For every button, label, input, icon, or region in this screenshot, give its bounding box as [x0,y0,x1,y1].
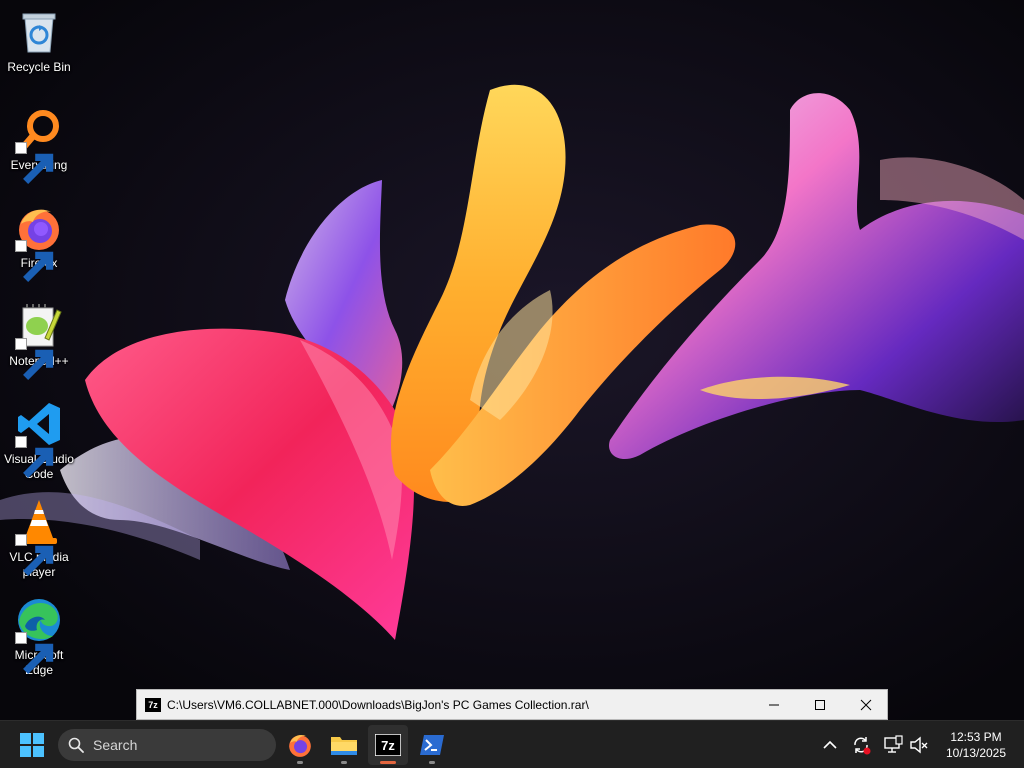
shortcut-arrow-icon [15,240,54,282]
taskbar-app-firefox[interactable] [280,725,320,765]
shortcut-arrow-icon [15,436,54,478]
running-indicator [341,761,347,764]
tray-network-button[interactable] [881,733,905,757]
show-hidden-icons-button[interactable] [818,733,842,757]
taskbar-app-file-explorer[interactable] [324,725,364,765]
shortcut-arrow-icon [15,142,54,184]
tray-volume-button[interactable] [907,733,931,757]
windows-logo-icon [20,733,44,757]
wallpaper [0,0,1024,720]
window-title: C:\Users\VM6.COLLABNET.000\Downloads\Big… [167,698,589,712]
desktop-icon-label: Recycle Bin [7,60,71,74]
sevenzip-icon-text: 7z [381,738,395,753]
desktop[interactable]: Recycle Bin Everything Firefox Notepad++… [0,0,1024,720]
start-button[interactable] [12,727,52,763]
minimize-button[interactable] [751,690,797,720]
shortcut-arrow-icon [15,338,54,380]
taskbar-clock[interactable]: 12:53 PM 10/13/2025 [936,729,1016,761]
running-indicator [429,761,435,764]
desktop-icon-recycle-bin[interactable]: Recycle Bin [2,2,76,75]
firefox-icon [289,735,311,757]
sevenzip-window-titlebar[interactable]: 7z C:\Users\VM6.COLLABNET.000\Downloads\… [136,689,888,720]
close-icon [860,699,872,711]
search-placeholder: Search [93,737,138,753]
desktop-icon-vlc[interactable]: VLC media player [2,492,76,580]
tray-sync-button[interactable] [849,733,873,757]
taskbar: Search 7z 12:53 PM 10/13/2025 [0,720,1024,768]
minimize-icon [769,704,779,706]
maximize-icon [815,700,825,710]
chevron-up-icon [823,740,837,749]
clock-date: 10/13/2025 [945,746,1007,760]
taskbar-app-powershell[interactable] [412,725,452,765]
network-icon [884,735,903,753]
desktop-icon-notepad-plus-plus[interactable]: Notepad++ [2,296,76,380]
desktop-icon-edge[interactable]: Microsoft Edge [2,590,76,678]
taskbar-search-box[interactable]: Search [58,729,276,761]
search-icon [68,737,84,753]
desktop-icon-firefox[interactable]: Firefox [2,198,76,282]
desktop-icon-vscode[interactable]: Visual Studio Code [2,394,76,482]
shortcut-arrow-icon [15,534,54,576]
sevenzip-app-icon: 7z [145,698,161,712]
close-button[interactable] [843,690,889,720]
volume-muted-icon [910,736,928,754]
clock-time: 12:53 PM [950,730,1002,744]
sevenzip-icon: 7z [375,734,401,756]
folder-icon [331,737,357,755]
desktop-icon-everything[interactable]: Everything [2,100,76,184]
recycle-bin-icon [22,13,56,53]
running-indicator [297,761,303,764]
terminal-icon [420,735,444,755]
shortcut-arrow-icon [15,632,54,674]
active-indicator [380,761,396,764]
sync-icon [854,737,871,755]
maximize-button[interactable] [797,690,843,720]
taskbar-app-7zip[interactable]: 7z [368,725,408,765]
